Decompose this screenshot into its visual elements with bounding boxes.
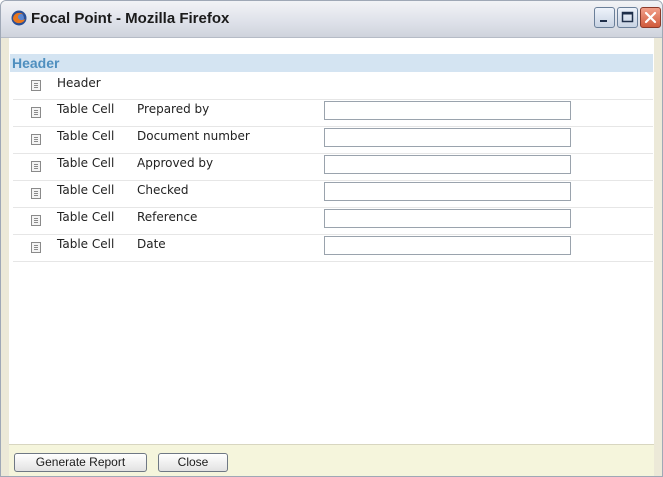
row-type-label: Table Cell <box>57 183 115 197</box>
firefox-icon <box>11 10 27 26</box>
checked-field[interactable] <box>324 182 571 201</box>
table-row: Table Cell Approved by <box>13 153 653 181</box>
field-label: Document number <box>137 129 250 143</box>
section-header-bar <box>10 54 653 72</box>
minimize-icon <box>600 20 607 22</box>
document-icon <box>31 161 41 172</box>
document-icon <box>31 107 41 118</box>
maximize-button[interactable] <box>617 7 638 28</box>
field-label: Checked <box>137 183 189 197</box>
row-type-label: Table Cell <box>57 102 115 116</box>
document-icon <box>31 188 41 199</box>
document-icon <box>31 242 41 253</box>
document-icon <box>31 80 41 91</box>
table-row: Table Cell Document number <box>13 126 653 154</box>
row-type-label: Table Cell <box>57 156 115 170</box>
table-row: Table Cell Prepared by <box>13 99 653 127</box>
row-type-label: Header <box>57 76 101 90</box>
reference-field[interactable] <box>324 209 571 228</box>
field-label: Date <box>137 237 166 251</box>
field-label: Prepared by <box>137 102 210 116</box>
row-type-label: Table Cell <box>57 210 115 224</box>
field-label: Reference <box>137 210 198 224</box>
minimize-button[interactable] <box>594 7 615 28</box>
maximize-icon <box>621 11 634 23</box>
close-button[interactable]: Close <box>158 453 228 472</box>
close-icon <box>644 11 657 24</box>
document-icon <box>31 215 41 226</box>
approved-by-field[interactable] <box>324 155 571 174</box>
date-field[interactable] <box>324 236 571 255</box>
table-row: Table Cell Date <box>13 234 653 262</box>
prepared-by-field[interactable] <box>324 101 571 120</box>
table-row: Table Cell Checked <box>13 180 653 208</box>
field-label: Approved by <box>137 156 214 170</box>
section-title: Header <box>12 55 60 71</box>
title-bar[interactable]: Focal Point - Mozilla Firefox <box>1 1 662 38</box>
close-window-button[interactable] <box>640 7 661 28</box>
document-number-field[interactable] <box>324 128 571 147</box>
document-icon <box>31 134 41 145</box>
browser-window: Focal Point - Mozilla Firefox Header Hea… <box>0 0 663 477</box>
window-title: Focal Point - Mozilla Firefox <box>31 10 230 27</box>
table-row: Table Cell Reference <box>13 207 653 235</box>
list-item-header: Header <box>13 72 653 100</box>
row-type-label: Table Cell <box>57 237 115 251</box>
row-type-label: Table Cell <box>57 129 115 143</box>
generate-report-button[interactable]: Generate Report <box>14 453 147 472</box>
